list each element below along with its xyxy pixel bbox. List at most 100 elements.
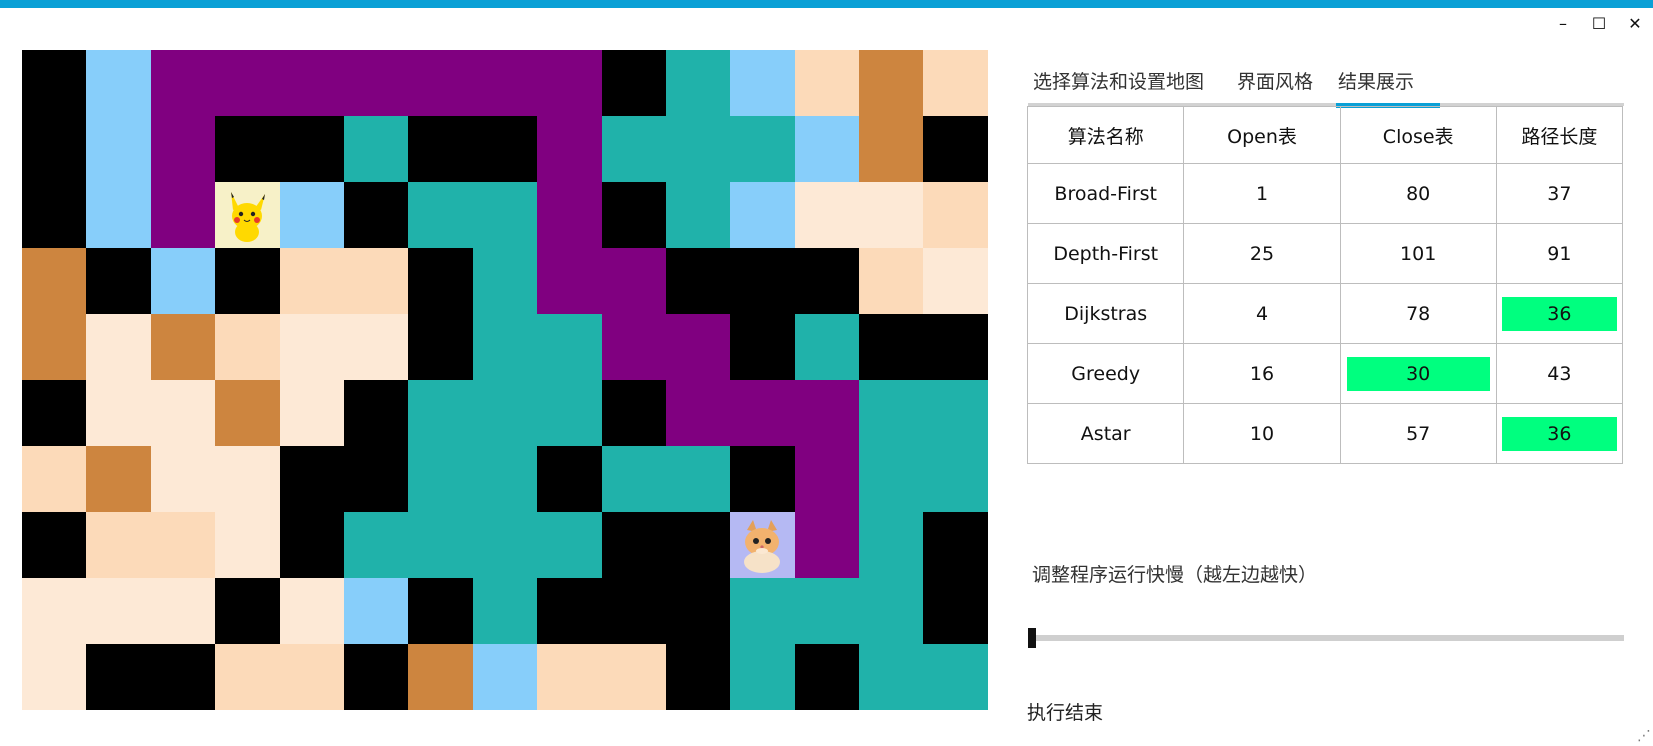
maze-cell[interactable] bbox=[601, 50, 666, 116]
maze-cell[interactable] bbox=[343, 116, 409, 182]
maze-cell[interactable] bbox=[408, 116, 473, 182]
maze-cell[interactable] bbox=[215, 314, 280, 380]
maze-cell[interactable] bbox=[730, 116, 795, 182]
maze-cell[interactable] bbox=[408, 512, 473, 578]
maze-cell[interactable] bbox=[86, 380, 151, 446]
maze-cell[interactable] bbox=[730, 644, 795, 710]
maze-cell[interactable] bbox=[730, 182, 795, 248]
maze-cell[interactable] bbox=[408, 50, 473, 116]
maze-cell[interactable] bbox=[408, 644, 473, 710]
maze-cell[interactable] bbox=[86, 116, 151, 182]
maze-cell[interactable] bbox=[794, 314, 860, 380]
maze-cell[interactable] bbox=[665, 380, 731, 446]
maze-cell[interactable] bbox=[22, 578, 87, 644]
maze-cell[interactable] bbox=[408, 314, 473, 380]
maze-cell[interactable] bbox=[150, 578, 216, 644]
maze-cell[interactable] bbox=[22, 380, 87, 446]
maze-cell[interactable] bbox=[150, 50, 216, 116]
maze-cell[interactable] bbox=[22, 50, 87, 116]
maze-cell[interactable] bbox=[923, 512, 988, 578]
maze-cell[interactable] bbox=[279, 248, 344, 314]
maze-cell[interactable] bbox=[472, 644, 538, 710]
maze-cell[interactable] bbox=[343, 578, 409, 644]
maze-cell[interactable] bbox=[794, 182, 860, 248]
maze-cell[interactable] bbox=[730, 314, 795, 380]
slider-track[interactable] bbox=[1028, 635, 1624, 641]
resize-grip-icon[interactable]: ⋰ bbox=[1637, 728, 1651, 744]
maze-cell[interactable] bbox=[215, 50, 280, 116]
maze-cell[interactable] bbox=[730, 380, 795, 446]
maze-cell[interactable] bbox=[86, 248, 151, 314]
maze-cell[interactable] bbox=[86, 644, 151, 710]
maze-cell[interactable] bbox=[472, 380, 538, 446]
maze-cell[interactable] bbox=[215, 578, 280, 644]
maze-cell[interactable] bbox=[923, 380, 988, 446]
maze-cell[interactable] bbox=[22, 512, 87, 578]
maze-cell[interactable] bbox=[859, 182, 924, 248]
maze-cell[interactable] bbox=[343, 50, 409, 116]
maze-cell[interactable] bbox=[923, 446, 988, 512]
maze-cell[interactable] bbox=[537, 248, 602, 314]
maze-cell[interactable] bbox=[472, 116, 538, 182]
maze-cell[interactable] bbox=[215, 182, 280, 248]
maze-cell[interactable] bbox=[343, 314, 409, 380]
maze-cell[interactable] bbox=[859, 446, 924, 512]
maze-cell[interactable] bbox=[408, 248, 473, 314]
maze-cell[interactable] bbox=[601, 644, 666, 710]
maze-cell[interactable] bbox=[86, 314, 151, 380]
maze-cell[interactable] bbox=[279, 512, 344, 578]
maze-cell[interactable] bbox=[279, 116, 344, 182]
maze-cell[interactable] bbox=[665, 446, 731, 512]
maze-cell[interactable] bbox=[150, 644, 216, 710]
maze-cell[interactable] bbox=[730, 578, 795, 644]
maze-cell[interactable] bbox=[794, 578, 860, 644]
maze-cell[interactable] bbox=[215, 380, 280, 446]
maze-grid[interactable] bbox=[22, 50, 988, 710]
maze-cell[interactable] bbox=[794, 116, 860, 182]
maze-cell[interactable] bbox=[150, 182, 216, 248]
maze-cell[interactable] bbox=[150, 446, 216, 512]
maze-cell[interactable] bbox=[215, 248, 280, 314]
maze-cell[interactable] bbox=[279, 446, 344, 512]
maze-cell[interactable] bbox=[859, 50, 924, 116]
maze-cell[interactable] bbox=[859, 248, 924, 314]
maze-cell[interactable] bbox=[601, 578, 666, 644]
maze-cell[interactable] bbox=[859, 314, 924, 380]
maze-cell[interactable] bbox=[537, 578, 602, 644]
maze-cell[interactable] bbox=[408, 446, 473, 512]
maze-cell[interactable] bbox=[794, 446, 860, 512]
maze-cell[interactable] bbox=[472, 248, 538, 314]
maze-cell[interactable] bbox=[150, 380, 216, 446]
maze-cell[interactable] bbox=[150, 248, 216, 314]
maze-cell[interactable] bbox=[537, 182, 602, 248]
maze-cell[interactable] bbox=[472, 50, 538, 116]
maze-cell[interactable] bbox=[279, 314, 344, 380]
maze-cell[interactable] bbox=[537, 50, 602, 116]
maze-cell[interactable] bbox=[859, 380, 924, 446]
maze-cell[interactable] bbox=[601, 512, 666, 578]
maze-cell[interactable] bbox=[730, 50, 795, 116]
maze-cell[interactable] bbox=[794, 512, 860, 578]
maze-cell[interactable] bbox=[665, 50, 731, 116]
maze-cell[interactable] bbox=[279, 578, 344, 644]
maze-cell[interactable] bbox=[859, 512, 924, 578]
maze-cell[interactable] bbox=[730, 248, 795, 314]
maze-cell[interactable] bbox=[923, 314, 988, 380]
maze-cell[interactable] bbox=[537, 314, 602, 380]
maze-cell[interactable] bbox=[923, 644, 988, 710]
maze-cell[interactable] bbox=[150, 512, 216, 578]
maze-cell[interactable] bbox=[408, 182, 473, 248]
maze-cell[interactable] bbox=[150, 314, 216, 380]
maze-cell[interactable] bbox=[472, 314, 538, 380]
maze-cell[interactable] bbox=[859, 644, 924, 710]
maze-cell[interactable] bbox=[665, 578, 731, 644]
maze-cell[interactable] bbox=[215, 644, 280, 710]
maze-cell[interactable] bbox=[215, 116, 280, 182]
maze-cell[interactable] bbox=[22, 446, 87, 512]
maze-cell[interactable] bbox=[279, 644, 344, 710]
maze-cell[interactable] bbox=[794, 644, 860, 710]
maze-cell[interactable] bbox=[923, 248, 988, 314]
maze-cell[interactable] bbox=[22, 644, 87, 710]
maze-cell[interactable] bbox=[665, 182, 731, 248]
maze-cell[interactable] bbox=[537, 512, 602, 578]
